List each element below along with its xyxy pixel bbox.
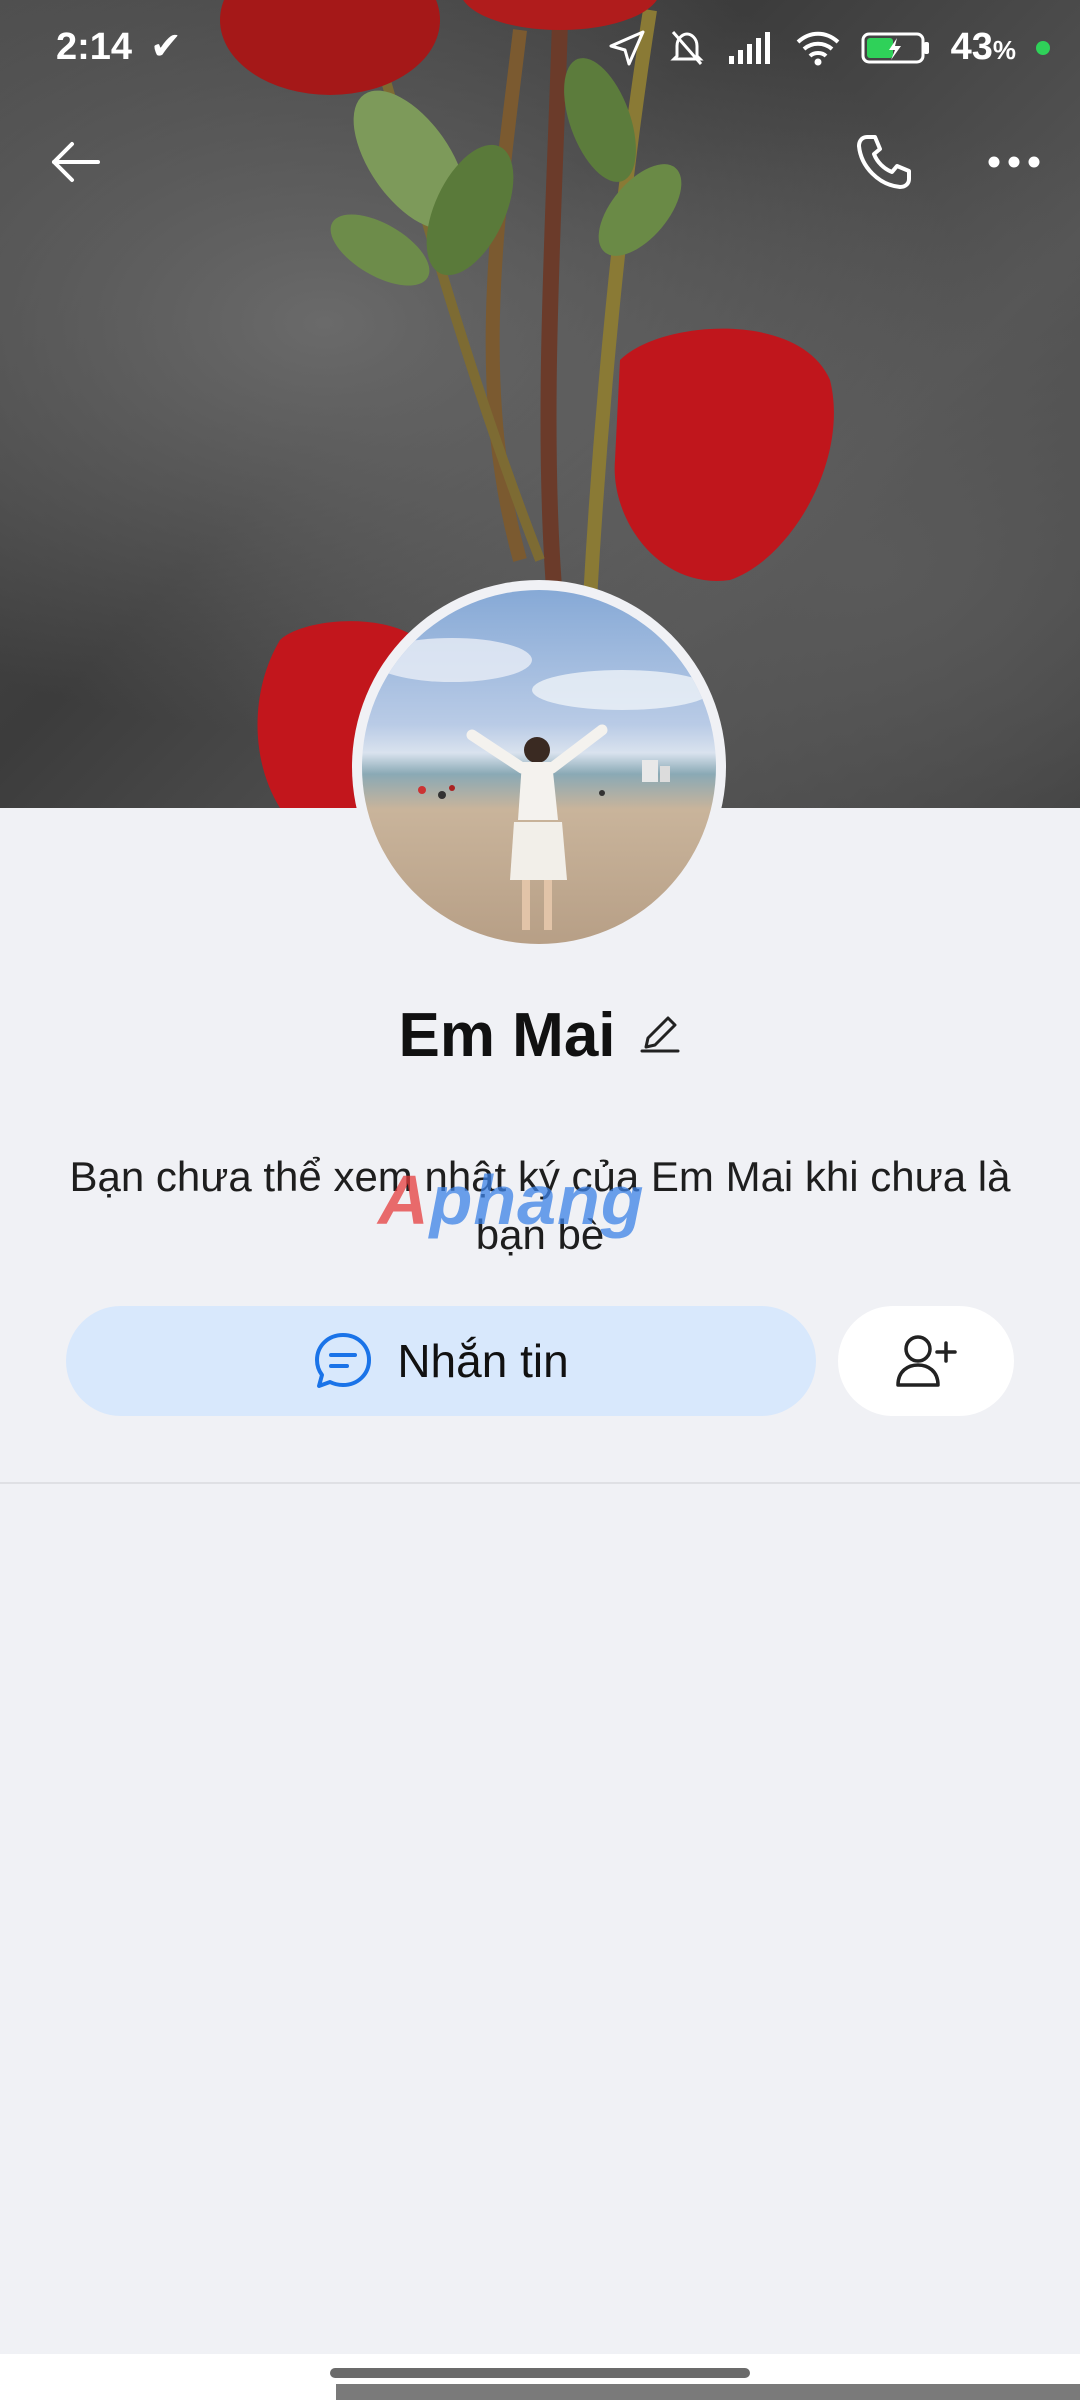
avatar-container[interactable] [352,580,726,954]
bottom-strip [336,2384,1080,2400]
add-friend-button[interactable] [838,1306,1014,1416]
divider [0,1482,1080,1484]
phone-icon [857,135,911,189]
avatar[interactable] [362,590,716,944]
message-button-label: Nhắn tin [397,1335,569,1387]
status-icons: 43% [607,26,1050,69]
status-bar: 2:14 ✔ 43% [0,0,1080,100]
watermark-logo: Aphang [378,1161,645,1239]
battery-percent: 43% [950,26,1016,68]
wifi-icon [796,31,839,65]
checkmark-icon: ✔ [150,26,182,68]
more-dots-icon [988,156,1040,168]
call-button[interactable] [844,122,924,202]
edit-name-button[interactable] [638,1011,682,1060]
privacy-indicator [1036,40,1050,55]
profile-name-row: Em Mai [0,1000,1080,1071]
more-button[interactable] [974,122,1054,202]
message-button[interactable]: Nhắn tin [66,1306,816,1416]
battery-icon [861,32,929,63]
signal-icon [728,31,770,64]
profile-name: Em Mai [398,1001,616,1070]
bell-off-icon [669,30,704,65]
back-button[interactable] [36,122,116,202]
home-indicator[interactable] [330,2368,750,2378]
location-arrow-icon [609,30,645,65]
back-arrow-icon [52,142,100,182]
add-user-icon [896,1335,957,1387]
avatar-photo [372,638,712,930]
status-time: 2:14 [56,26,133,68]
pencil-icon [640,1016,680,1053]
chat-bubble-icon [315,1333,372,1388]
